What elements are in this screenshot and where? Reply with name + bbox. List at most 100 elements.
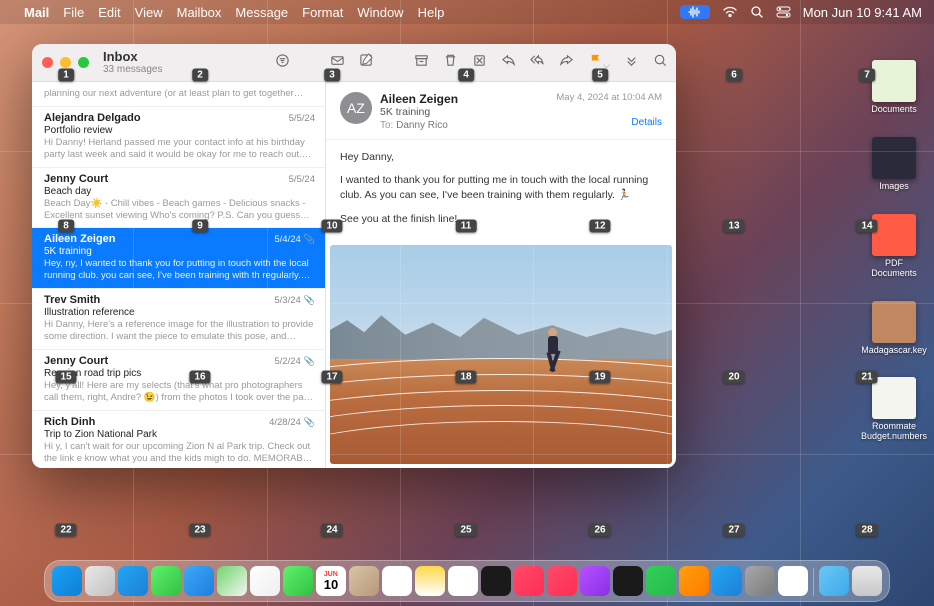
dock-settings[interactable] bbox=[745, 566, 775, 596]
to-line: To: Danny Rico bbox=[380, 120, 556, 131]
desktop-item-images[interactable]: Images bbox=[862, 137, 926, 192]
reply-all-icon[interactable] bbox=[530, 53, 545, 73]
dock-mail[interactable] bbox=[184, 566, 214, 596]
dock-screentime[interactable] bbox=[778, 566, 808, 596]
grid-badge: 28 bbox=[856, 524, 877, 537]
minimize-button[interactable] bbox=[60, 57, 71, 68]
dock-tv[interactable] bbox=[481, 566, 511, 596]
dock-trash[interactable] bbox=[852, 566, 882, 596]
dock-safari[interactable] bbox=[118, 566, 148, 596]
dock-launchpad[interactable] bbox=[85, 566, 115, 596]
menubar-clock[interactable]: Mon Jun 10 9:41 AM bbox=[803, 5, 922, 20]
message-attachment-image[interactable] bbox=[330, 245, 672, 464]
desktop-item-documents[interactable]: Documents bbox=[862, 60, 926, 115]
desktop-item-madagascar-key[interactable]: Madagascar.key bbox=[862, 301, 926, 356]
dock-calendar[interactable]: JUN10 bbox=[316, 566, 346, 596]
menu-edit[interactable]: Edit bbox=[98, 5, 120, 20]
trash-icon[interactable] bbox=[443, 53, 458, 73]
close-button[interactable] bbox=[42, 57, 53, 68]
dock-notes[interactable] bbox=[415, 566, 445, 596]
dock-reminders[interactable] bbox=[382, 566, 412, 596]
file-thumb bbox=[872, 214, 916, 256]
dock-news[interactable] bbox=[547, 566, 577, 596]
grid-badge: 13 bbox=[723, 220, 744, 233]
spotlight-icon[interactable] bbox=[750, 5, 764, 19]
dock-contacts[interactable] bbox=[349, 566, 379, 596]
sender-name: Alejandra Delgado bbox=[44, 112, 141, 124]
sender-name: Rich Dinh bbox=[44, 416, 95, 428]
grid-badge: 24 bbox=[321, 524, 342, 537]
dock-messages[interactable] bbox=[151, 566, 181, 596]
attachment-icon: 📎 bbox=[304, 417, 315, 428]
forward-icon[interactable] bbox=[559, 53, 574, 73]
flag-icon[interactable]: ⌵ bbox=[588, 53, 610, 73]
archive-icon[interactable] bbox=[414, 53, 429, 73]
message-list[interactable]: planning our next adventure (or at least… bbox=[32, 82, 326, 468]
message-row[interactable]: planning our next adventure (or at least… bbox=[32, 82, 325, 107]
titlebar[interactable]: Inbox 33 messages ⌵ bbox=[32, 44, 676, 82]
attachment-icon: 📎 bbox=[304, 356, 315, 367]
subject: Beach day bbox=[44, 186, 315, 197]
dock-podcasts[interactable] bbox=[580, 566, 610, 596]
search-icon[interactable] bbox=[653, 53, 668, 73]
app-menu[interactable]: Mail bbox=[24, 5, 49, 20]
dock-maps[interactable] bbox=[217, 566, 247, 596]
menu-view[interactable]: View bbox=[135, 5, 163, 20]
menu-format[interactable]: Format bbox=[302, 5, 343, 20]
menu-message[interactable]: Message bbox=[235, 5, 288, 20]
menu-help[interactable]: Help bbox=[418, 5, 445, 20]
message-row[interactable]: Jenny Court5/5/24Beach dayBeach Day☀️ - … bbox=[32, 168, 325, 229]
more-icon[interactable] bbox=[624, 53, 639, 73]
zoom-button[interactable] bbox=[78, 57, 89, 68]
message-date: 5/2/24 📎 bbox=[274, 356, 315, 367]
message-row[interactable]: Jenny Court5/2/24 📎Reunion road trip pic… bbox=[32, 350, 325, 411]
dock-music[interactable] bbox=[514, 566, 544, 596]
wifi-icon[interactable] bbox=[722, 6, 738, 18]
dock: JUN10 bbox=[44, 560, 890, 602]
control-center-icon[interactable] bbox=[776, 6, 791, 18]
file-thumb bbox=[872, 60, 916, 102]
subject: Illustration reference bbox=[44, 307, 315, 318]
grid-badge: 25 bbox=[455, 524, 476, 537]
message-row[interactable]: Aileen Zeigen5/4/24 📎5K trainingHey, ny,… bbox=[32, 228, 325, 289]
mailbox-title: Inbox 33 messages bbox=[103, 50, 162, 75]
dock-facetime[interactable] bbox=[283, 566, 313, 596]
grid-badge: 27 bbox=[723, 524, 744, 537]
sender-name: Jenny Court bbox=[44, 355, 108, 367]
message-header: AZ Aileen Zeigen 5K training To: Danny R… bbox=[326, 82, 676, 140]
sender-name: Jenny Court bbox=[44, 173, 108, 185]
dock-freeform[interactable] bbox=[448, 566, 478, 596]
file-thumb bbox=[872, 377, 916, 419]
junk-icon[interactable] bbox=[472, 53, 487, 73]
subject-line: 5K training bbox=[380, 106, 556, 118]
message-date: 5/5/24 bbox=[289, 113, 315, 124]
envelope-icon[interactable] bbox=[330, 53, 345, 73]
message-row[interactable]: Alejandra Delgado5/5/24Portfolio reviewH… bbox=[32, 107, 325, 168]
desktop-item-roommate-budget-numbers[interactable]: Roommate Budget.numbers bbox=[862, 377, 926, 442]
dock-appstore[interactable] bbox=[712, 566, 742, 596]
desktop-icons: Documents Images PDF Documents Madagascar.k… bbox=[862, 60, 926, 464]
compose-icon[interactable] bbox=[359, 53, 374, 73]
reply-icon[interactable] bbox=[501, 53, 516, 73]
menu-file[interactable]: File bbox=[63, 5, 84, 20]
dock-pages[interactable] bbox=[679, 566, 709, 596]
dock-stocks[interactable] bbox=[613, 566, 643, 596]
details-link[interactable]: Details bbox=[556, 117, 662, 128]
message-body: Hey Danny,I wanted to thank you for putt… bbox=[326, 140, 676, 245]
file-label: PDF Documents bbox=[862, 259, 926, 279]
message-row[interactable]: Rich Dinh4/28/24 📎Trip to Zion National … bbox=[32, 411, 325, 468]
menu-mailbox[interactable]: Mailbox bbox=[177, 5, 222, 20]
dock-downloads[interactable] bbox=[819, 566, 849, 596]
message-row[interactable]: Trev Smith5/3/24 📎Illustration reference… bbox=[32, 289, 325, 350]
dock-numbers[interactable] bbox=[646, 566, 676, 596]
voice-control-icon[interactable] bbox=[680, 5, 710, 19]
attachment-icon: 📎 bbox=[304, 234, 315, 245]
dock-photos[interactable] bbox=[250, 566, 280, 596]
filter-icon[interactable] bbox=[275, 53, 290, 73]
dock-finder[interactable] bbox=[52, 566, 82, 596]
desktop-item-pdf-documents[interactable]: PDF Documents bbox=[862, 214, 926, 279]
body-paragraph: Hey Danny, bbox=[340, 150, 662, 165]
menu-window[interactable]: Window bbox=[357, 5, 403, 20]
dock-separator bbox=[813, 568, 814, 596]
subject: Trip to Zion National Park bbox=[44, 429, 315, 440]
